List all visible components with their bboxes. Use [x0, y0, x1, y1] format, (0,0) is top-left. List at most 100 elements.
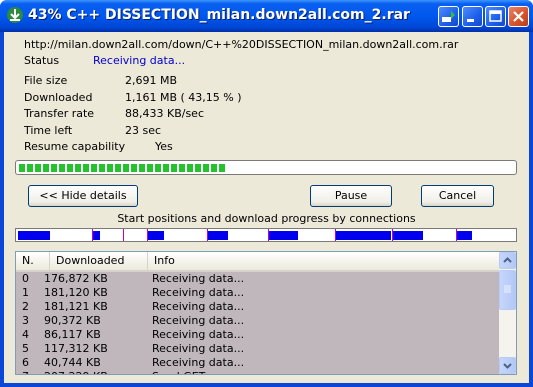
- progress-segment: [115, 164, 121, 172]
- progress-segment: [51, 164, 57, 172]
- vertical-scrollbar[interactable]: [499, 252, 516, 374]
- progress-segment: [35, 164, 41, 172]
- window-title: 43% C++ DISSECTION_milan.down2all.com_2.…: [28, 7, 410, 23]
- connection-number: 7: [22, 370, 29, 374]
- list-item[interactable]: 4 86,117 KB Receiving data...: [16, 328, 499, 342]
- progress-segment: [203, 164, 209, 172]
- progress-segment: [179, 164, 185, 172]
- list-item[interactable]: 0 176,872 KB Receiving data...: [16, 272, 499, 286]
- progress-segment: [91, 164, 97, 172]
- connections-caption: Start positions and download progress by…: [117, 212, 416, 225]
- downloaded-value: 1,161 MB ( 43,15 % ): [125, 91, 242, 104]
- connection-number: 4: [22, 328, 29, 341]
- connection-number: 1: [22, 286, 29, 299]
- connection-number: 2: [22, 300, 29, 313]
- connection-downloaded: 86,117 KB: [44, 328, 101, 341]
- connection-progress-block: [18, 231, 50, 240]
- downloaded-label: Downloaded: [24, 91, 93, 104]
- connection-start-marker: [147, 229, 148, 241]
- scroll-down-button[interactable]: [499, 357, 516, 374]
- hide-details-button[interactable]: << Hide details: [28, 185, 138, 207]
- time-left-label: Time left: [24, 124, 73, 137]
- download-to-tray-button[interactable]: [438, 6, 459, 27]
- scroll-up-button[interactable]: [499, 252, 516, 269]
- progress-segment: [27, 164, 33, 172]
- connection-downloaded: 207,229 KB: [44, 370, 108, 374]
- list-item[interactable]: 6 40,744 KB Receiving data...: [16, 356, 499, 370]
- connection-number: 5: [22, 342, 29, 355]
- connection-info: Send GET...: [152, 370, 215, 374]
- list-item[interactable]: 1 181,120 KB Receiving data...: [16, 286, 499, 300]
- pause-button[interactable]: Pause: [310, 185, 392, 207]
- connection-start-marker: [456, 229, 457, 241]
- file-size-label: File size: [24, 74, 68, 87]
- connection-downloaded: 181,121 KB: [44, 300, 108, 313]
- close-icon: [513, 11, 524, 22]
- connection-progress-block: [392, 231, 423, 240]
- progress-segment: [99, 164, 105, 172]
- connection-info: Receiving data...: [152, 286, 245, 299]
- list-item[interactable]: 3 90,372 KB Receiving data...: [16, 314, 499, 328]
- connection-progress-block: [268, 231, 298, 240]
- progress-segment: [163, 164, 169, 172]
- file-size-value: 2,691 MB: [125, 74, 178, 87]
- column-header-downloaded[interactable]: Downloaded: [50, 252, 148, 270]
- column-header-number[interactable]: N.: [16, 252, 50, 270]
- status-value: Receiving data...: [93, 54, 186, 67]
- transfer-rate-value: 88,433 KB/sec: [125, 107, 204, 120]
- list-header: N. Downloaded Info: [16, 252, 499, 272]
- connection-start-marker: [92, 229, 93, 241]
- title-bar[interactable]: 43% C++ DISSECTION_milan.down2all.com_2.…: [0, 0, 533, 32]
- connection-downloaded: 117,312 KB: [44, 342, 108, 355]
- download-progress-bar: [15, 160, 517, 175]
- connection-start-marker: [207, 229, 208, 241]
- connection-info: Receiving data...: [152, 300, 245, 313]
- progress-segment: [75, 164, 81, 172]
- progress-segment: [123, 164, 129, 172]
- progress-segment: [43, 164, 49, 172]
- progress-segment: [59, 164, 65, 172]
- progress-segment: [147, 164, 153, 172]
- connections-list[interactable]: N. Downloaded Info 0 176,872 KB Receiving …: [15, 251, 517, 375]
- column-header-info[interactable]: Info: [148, 252, 499, 270]
- resume-capability-label: Resume capability: [24, 140, 126, 153]
- connections-progress-bar: [15, 228, 517, 242]
- progress-segment: [67, 164, 73, 172]
- connection-info: Receiving data...: [152, 342, 245, 355]
- progress-segment: [139, 164, 145, 172]
- status-label: Status: [24, 54, 60, 67]
- connection-number: 0: [22, 272, 29, 285]
- connection-start-marker: [123, 229, 124, 241]
- client-area: http://milan.down2all.com/down/C++%20DIS…: [4, 32, 529, 383]
- progress-segment: [219, 164, 225, 172]
- resume-capability-value: Yes: [155, 140, 173, 153]
- connection-downloaded: 90,372 KB: [44, 314, 101, 327]
- list-item[interactable]: 7 207,229 KB Send GET...: [16, 370, 499, 374]
- scroll-thumb[interactable]: [499, 270, 516, 310]
- tray-icon: [442, 11, 455, 22]
- chevron-down-icon: [503, 363, 512, 369]
- connection-info: Receiving data...: [152, 272, 245, 285]
- progress-segment: [83, 164, 89, 172]
- maximize-button[interactable]: [485, 6, 506, 27]
- cancel-button[interactable]: Cancel: [421, 185, 494, 207]
- progress-segment: [211, 164, 217, 172]
- connection-start-marker: [268, 229, 269, 241]
- connection-progress-block: [335, 231, 391, 240]
- connection-progress-block: [207, 231, 228, 240]
- chevron-up-icon: [503, 257, 512, 263]
- download-window: 43% C++ DISSECTION_milan.down2all.com_2.…: [0, 0, 533, 387]
- close-button[interactable]: [508, 6, 529, 27]
- time-left-value: 23 sec: [125, 124, 162, 137]
- progress-segment: [155, 164, 161, 172]
- progress-segment: [187, 164, 193, 172]
- connection-progress-block: [92, 231, 100, 240]
- list-item[interactable]: 5 117,312 KB Receiving data...: [16, 342, 499, 356]
- connection-number: 3: [22, 314, 29, 327]
- progress-segment: [131, 164, 137, 172]
- connection-number: 6: [22, 356, 29, 369]
- connection-info: Receiving data...: [152, 328, 245, 341]
- minimize-button[interactable]: [462, 6, 483, 27]
- connection-progress-block: [147, 231, 164, 240]
- list-item[interactable]: 2 181,121 KB Receiving data...: [16, 300, 499, 314]
